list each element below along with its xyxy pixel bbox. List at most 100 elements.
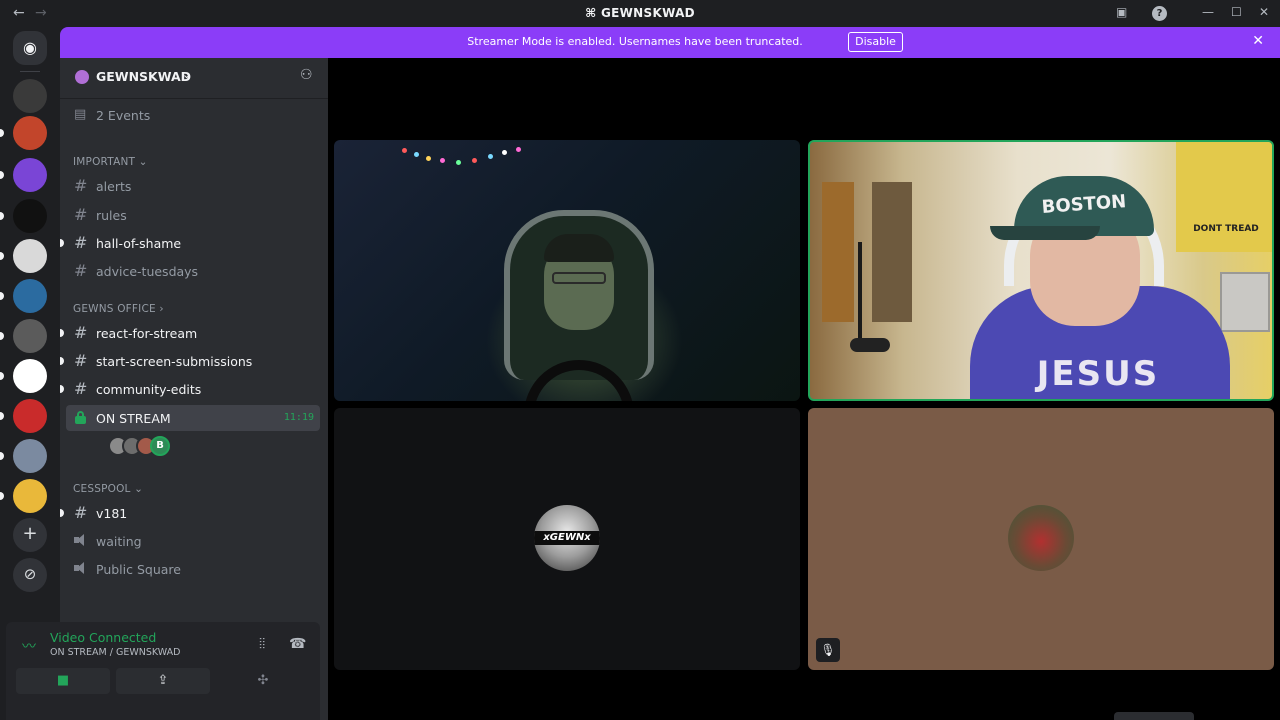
server-unread-pill	[0, 212, 4, 220]
unread-indicator	[60, 329, 64, 337]
server-unread-pill	[0, 292, 4, 300]
guild-header[interactable]: GEWNSKWAD ⌄ ⚇	[60, 58, 328, 98]
events-label: 2 Events	[96, 108, 151, 123]
webcam-person: JESUS BOSTON	[960, 166, 1230, 399]
channel-hall-of-shame[interactable]: # hall-of-shame	[60, 230, 320, 256]
inbox-icon[interactable]: ▣	[1116, 5, 1127, 19]
header-divider	[60, 98, 328, 99]
channel-label: start-screen-submissions	[96, 354, 253, 369]
channel-waiting[interactable]: waiting	[66, 528, 320, 554]
disconnect-icon[interactable]: ☎	[289, 636, 306, 652]
server-icon-server-2[interactable]	[13, 116, 47, 150]
channel-advice-tuesdays[interactable]: # advice-tuesdays	[66, 258, 320, 284]
channel-label: alerts	[96, 179, 132, 194]
events-row[interactable]: ▤ 2 Events	[66, 102, 320, 128]
server-icon-server-4[interactable]	[13, 199, 47, 233]
add-server-button[interactable]: +	[13, 518, 47, 552]
server-unread-pill	[0, 171, 4, 179]
server-icon-server-7[interactable]	[13, 319, 47, 353]
hashtag-icon: #	[74, 323, 88, 342]
close-window-button[interactable]: ✕	[1259, 5, 1269, 19]
server-unread-pill	[0, 492, 4, 500]
help-icon[interactable]: ?	[1152, 6, 1167, 21]
server-icon-server-11[interactable]	[13, 479, 47, 513]
window-title-text: GEWNSKWAD	[601, 6, 695, 20]
video-tile-1[interactable]	[334, 140, 800, 401]
unread-indicator	[60, 239, 64, 247]
signal-strength-icon[interactable]: 〰	[22, 636, 36, 656]
disable-streamer-mode-button[interactable]: Disable	[848, 32, 903, 52]
streamer-mode-message: Streamer Mode is enabled. Usernames have…	[467, 35, 803, 48]
minimize-button[interactable]: —	[1202, 5, 1214, 19]
channel-react-for-stream[interactable]: # react-for-stream	[60, 320, 320, 346]
server-unread-pill	[0, 372, 4, 380]
server-icon-andii-skwad[interactable]	[13, 158, 47, 192]
screen-share-icon: ⇪	[157, 673, 169, 688]
video-tile-2-speaking[interactable]: DONT TREAD JESUS BOSTON	[808, 140, 1274, 401]
participant-avatar[interactable]: B	[150, 436, 170, 456]
channel-v181[interactable]: # v181	[60, 500, 320, 526]
server-icon-server-1[interactable]	[13, 79, 47, 113]
channel-community-edits[interactable]: # community-edits	[60, 376, 320, 402]
server-icon-server-6[interactable]	[13, 279, 47, 313]
channel-rules[interactable]: # rules	[66, 202, 320, 228]
hashtag-icon: #	[74, 503, 88, 522]
activities-button[interactable]: ✣	[216, 668, 310, 694]
maximize-button[interactable]: ☐	[1231, 5, 1242, 19]
camera-button[interactable]: ■	[16, 668, 110, 694]
stage-controls-handle[interactable]	[1114, 712, 1194, 720]
invite-people-icon[interactable]: ⚇	[300, 67, 313, 83]
channel-label: community-edits	[96, 382, 202, 397]
channel-label: advice-tuesdays	[96, 264, 199, 279]
server-unread-pill	[0, 129, 4, 137]
plus-icon: +	[22, 523, 38, 544]
channel-label: waiting	[96, 534, 142, 549]
compass-icon: ⊘	[23, 565, 37, 583]
discover-button[interactable]: ⊘	[13, 558, 47, 592]
hashtag-icon: #	[74, 205, 88, 224]
close-banner-icon[interactable]: ✕	[1252, 33, 1264, 49]
channel-label: Public Square	[96, 562, 181, 577]
channel-start-screen-submissions[interactable]: # start-screen-submissions	[60, 348, 320, 374]
server-icon-server-9[interactable]	[13, 399, 47, 433]
discord-home-button[interactable]: ◉	[13, 31, 47, 65]
hashtag-icon: #	[74, 351, 88, 370]
guild-icon	[75, 70, 89, 84]
screen-share-button[interactable]: ⇪	[116, 668, 210, 694]
hashtag-icon: #	[74, 176, 88, 195]
camera-icon: ■	[56, 673, 70, 688]
video-tile-4[interactable]: 🎙	[808, 408, 1274, 670]
server-unread-pill	[0, 252, 4, 260]
category-gewns-office[interactable]: GEWNS OFFICE ›	[73, 303, 164, 315]
user-avatar[interactable]: xGEWNx	[534, 505, 600, 571]
video-tile-3[interactable]: xGEWNx	[334, 408, 800, 670]
channel-label: ON STREAM	[96, 411, 171, 426]
category-cesspool[interactable]: CESSPOOL ⌄	[73, 483, 143, 495]
server-icon-server-10[interactable]	[13, 439, 47, 473]
video-stage: DONT TREAD JESUS BOSTON xGEWNx 🎙	[328, 58, 1280, 720]
locked-voice-icon	[75, 411, 86, 424]
voice-location[interactable]: ON STREAM / GEWNSKWAD	[50, 647, 180, 658]
server-icon-gewn-skwad[interactable]	[13, 359, 47, 393]
string-lights	[398, 146, 598, 166]
category-important[interactable]: IMPORTANT ⌄	[73, 156, 148, 168]
server-unread-pill	[0, 452, 4, 460]
speaker-icon	[74, 533, 89, 547]
noise-suppression-icon[interactable]: ⦙⦙	[259, 636, 265, 652]
voice-status[interactable]: Video Connected	[50, 630, 156, 645]
user-avatar[interactable]	[1008, 505, 1074, 571]
call-timer: 11:19	[283, 412, 314, 423]
server-unread-pill	[0, 332, 4, 340]
server-icon-server-5[interactable]	[13, 239, 47, 273]
server-rail: ◉ + ⊘	[0, 27, 60, 720]
activity-icon: ✣	[257, 673, 269, 688]
streamer-mode-banner: Streamer Mode is enabled. Usernames have…	[60, 27, 1280, 58]
channel-public-square[interactable]: Public Square	[66, 556, 320, 582]
muted-mic-icon: 🎙	[816, 638, 840, 662]
channel-alerts[interactable]: # alerts	[66, 173, 320, 199]
shirt-text: JESUS	[1036, 354, 1160, 394]
unread-indicator	[60, 385, 64, 393]
discord-window: ← → ⌘ GEWNSKWAD ▣ ? — ☐ ✕ ◉ + ⊘ Streamer…	[0, 0, 1280, 720]
unread-indicator	[60, 509, 64, 517]
channel-on-stream[interactable]: ON STREAM 11:19	[66, 405, 320, 431]
